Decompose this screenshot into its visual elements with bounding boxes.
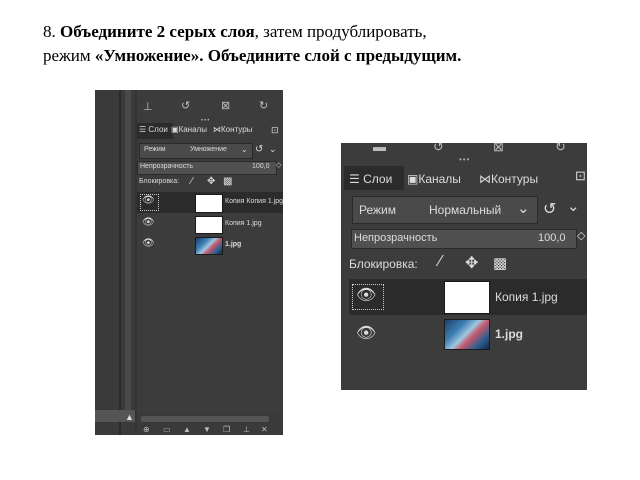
opacity-value: 100,0 xyxy=(538,232,566,244)
anchor-layer-icon[interactable]: ⊥ xyxy=(243,425,250,434)
redo-icon[interactable]: ↻ xyxy=(259,99,268,112)
layer-thumbnail xyxy=(195,194,223,213)
position-lock-icon[interactable]: ✥ xyxy=(207,176,215,187)
layer-name: Копия 1.jpg xyxy=(225,220,262,227)
mode-combo[interactable]: Режим Умножение ⌄ xyxy=(139,143,253,159)
chevron-down-icon: ⌄ xyxy=(241,145,248,154)
redo-icon[interactable]: ↻ xyxy=(555,143,566,155)
lock-row: Блокировка: ⁄ ✥ ▩ xyxy=(137,176,283,190)
instruction-text-2: режим xyxy=(43,46,95,65)
drag-handle[interactable]: ••• xyxy=(459,155,470,164)
lock-label: Блокировка: xyxy=(349,257,418,271)
layer-row[interactable]: 👁 Копия Копия 1.jpg xyxy=(137,192,283,213)
tab-layers[interactable]: ☰ Слои xyxy=(349,172,392,186)
eye-icon[interactable]: 👁 xyxy=(142,238,155,249)
dock-tabs: ☰ Слои ▣Каналы ⋈Контуры ⊡ xyxy=(137,123,283,139)
instruction-text-1: , затем продублировать, xyxy=(254,22,427,41)
chevron-down-icon[interactable]: ⌄ xyxy=(269,144,277,155)
layer-thumbnail xyxy=(195,216,223,234)
paint-lock-icon[interactable]: ⁄ xyxy=(439,253,442,271)
tab-paths[interactable]: ⋈Контуры xyxy=(479,172,538,186)
dock-menu-icon[interactable]: ⊡ xyxy=(575,168,586,184)
cancel-icon[interactable]: ⊠ xyxy=(493,143,504,155)
layer-name: Копия 1.jpg xyxy=(495,290,558,304)
layer-row[interactable]: 👁 Копия 1.jpg xyxy=(137,214,283,234)
dock-tabs: ☰ Слои ▣Каналы ⋈Контуры ⊡ xyxy=(341,166,587,192)
opacity-label: Непрозрачность xyxy=(140,163,194,170)
layers-list: 👁 Копия 1.jpg 👁 1.jpg xyxy=(341,279,587,390)
instruction-bold-1: Объедините 2 серых слоя xyxy=(60,22,255,41)
dock-toolbar: ⊥ ↺ ⊠ ↻ xyxy=(137,90,283,118)
layer-name: 1.jpg xyxy=(225,241,242,248)
horizontal-scrollbar[interactable] xyxy=(141,416,269,422)
lock-label: Блокировка: xyxy=(139,178,180,185)
opacity-stepper[interactable]: ◇ xyxy=(276,161,281,169)
eye-icon[interactable]: 👁 xyxy=(356,323,376,343)
delete-layer-icon[interactable]: ✕ xyxy=(261,425,268,434)
layer-row[interactable]: 👁 1.jpg xyxy=(137,235,283,255)
new-group-icon[interactable]: ▭ xyxy=(163,425,171,434)
eye-icon[interactable]: 👁 xyxy=(142,195,155,206)
position-lock-icon[interactable]: ✥ xyxy=(465,253,478,273)
eye-icon[interactable]: 👁 xyxy=(142,217,155,228)
chevron-down-icon: ⌄ xyxy=(517,200,530,217)
layers-panel-screenshot-normal: ▬ ↺ ⊠ ↻ ••• ☰ Слои ▣Каналы ⋈Контуры ⊡ Ре… xyxy=(341,143,587,390)
opacity-slider[interactable]: Непрозрачность 100,0 xyxy=(137,161,277,175)
instruction-bold-2: «Умножение». Объедините слой с предыдущи… xyxy=(94,46,462,65)
alpha-lock-icon[interactable]: ▩ xyxy=(223,176,232,187)
mode-reset-icon[interactable]: ↺ xyxy=(543,199,556,219)
layer-thumbnail xyxy=(444,281,490,314)
layer-row[interactable]: 👁 1.jpg xyxy=(349,317,587,351)
mode-label: Режим xyxy=(359,203,396,217)
cancel-icon[interactable]: ⊠ xyxy=(221,99,230,112)
chevron-down-icon[interactable]: ⌄ xyxy=(567,197,580,215)
tab-layers[interactable]: ☰ Слои xyxy=(139,125,168,134)
layer-thumbnail xyxy=(444,319,490,350)
lower-layer-icon[interactable]: ▼ xyxy=(203,425,211,434)
undo-icon[interactable]: ↺ xyxy=(181,99,190,112)
mode-value: Нормальный xyxy=(429,203,502,217)
mode-value: Умножение xyxy=(190,146,227,153)
tab-channels[interactable]: ▣Каналы xyxy=(407,172,461,186)
step-number: 8. xyxy=(43,22,56,41)
instruction-text: 8. Объедините 2 серых слоя, затем продуб… xyxy=(43,20,623,68)
mode-reset-icon[interactable]: ↺ xyxy=(255,144,263,155)
layers-list: 👁 Копия Копия 1.jpg 👁 Копия 1.jpg 👁 1.jp… xyxy=(137,192,283,412)
undo-icon[interactable]: ↺ xyxy=(433,143,444,155)
new-layer-icon[interactable]: ⊕ xyxy=(143,425,150,434)
canvas-edge: ▲ xyxy=(95,90,135,435)
dock-menu-icon[interactable]: ⊡ xyxy=(271,125,279,136)
tab-channels[interactable]: ▣Каналы xyxy=(171,125,207,134)
raise-layer-icon[interactable]: ▲ xyxy=(183,425,191,434)
save-icon[interactable]: ▬ xyxy=(373,143,386,154)
layer-row[interactable]: 👁 Копия 1.jpg xyxy=(349,279,587,315)
opacity-label: Непрозрачность xyxy=(354,232,438,244)
layer-name: Копия Копия 1.jpg xyxy=(225,198,283,205)
tab-paths[interactable]: ⋈Контуры xyxy=(213,125,252,134)
opacity-stepper[interactable]: ◇ xyxy=(577,229,585,242)
opacity-slider[interactable]: Непрозрачность 100,0 xyxy=(351,229,577,249)
alpha-lock-icon[interactable]: ▩ xyxy=(493,254,507,272)
layer-thumbnail xyxy=(195,237,223,255)
eye-icon[interactable]: 👁 xyxy=(356,285,376,305)
layers-dock: ⊥ ↺ ⊠ ↻ ••• ☰ Слои ▣Каналы ⋈Контуры ⊡ Ре… xyxy=(137,90,283,435)
duplicate-layer-icon[interactable]: ❐ xyxy=(223,425,230,434)
opacity-value: 100,0 xyxy=(252,163,270,170)
layers-panel-screenshot-multiply: ▲ ⊥ ↺ ⊠ ↻ ••• ☰ Слои ▣Каналы ⋈Контуры ⊡ … xyxy=(95,90,283,435)
mode-label: Режим xyxy=(144,146,166,153)
paint-lock-icon[interactable]: ⁄ xyxy=(191,176,193,187)
scroll-up-icon[interactable]: ▲ xyxy=(125,412,134,422)
layer-name: 1.jpg xyxy=(495,327,524,341)
lock-row: Блокировка: ⁄ ✥ ▩ xyxy=(341,253,587,275)
mode-combo[interactable]: Режим Нормальный ⌄ xyxy=(352,196,538,224)
layers-bottom-bar: ⊕ ▭ ▲ ▼ ❐ ⊥ ✕ xyxy=(137,412,283,435)
anchor-icon[interactable]: ⊥ xyxy=(143,100,153,113)
